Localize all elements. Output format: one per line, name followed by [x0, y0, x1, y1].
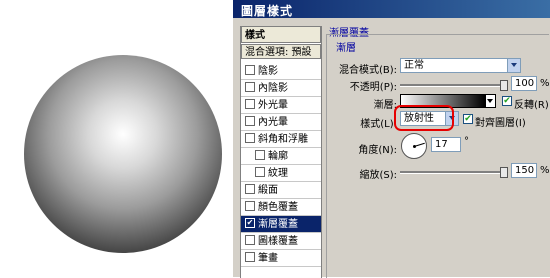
- style-item-checkbox[interactable]: [245, 116, 255, 126]
- dialog-titlebar[interactable]: 圖層樣式: [233, 0, 550, 18]
- style-item-checkbox[interactable]: [245, 201, 255, 211]
- style-list-item[interactable]: 輪廓: [241, 148, 321, 165]
- style-list-item[interactable]: 圖樣覆蓋: [241, 233, 321, 250]
- layer-style-dialog: 圖層樣式 樣式 混合選項: 預設 陰影內陰影外光暈內光暈斜角和浮雕輪廓紋理緞面顏…: [233, 0, 550, 278]
- reverse-checkbox[interactable]: ✔: [502, 96, 512, 106]
- style-list-item-label: 輪廓: [268, 151, 288, 162]
- style-list: 樣式 混合選項: 預設 陰影 內陰影 外光暈 內光暈 斜角和浮雕 輪廓 紋理 緞面 顏色覆蓋 ✔ 漸…: [240, 26, 322, 278]
- style-list-item[interactable]: 斜角和浮雕: [241, 131, 321, 148]
- angle-center-dot: [413, 145, 416, 148]
- align-with-layer-checkbox[interactable]: ✔: [463, 114, 473, 124]
- style-list-item[interactable]: 陰影: [241, 63, 321, 80]
- chevron-down-icon[interactable]: [507, 59, 520, 72]
- style-list-item-label: 內陰影: [258, 83, 288, 94]
- gradient-label: 漸層:: [373, 100, 397, 111]
- opacity-slider[interactable]: [400, 84, 504, 87]
- style-list-item[interactable]: 外光暈: [241, 97, 321, 114]
- angle-label: 角度(N):: [358, 145, 397, 156]
- style-list-item-label: 漸層覆蓋: [258, 219, 298, 230]
- style-list-item-label: 紋理: [268, 168, 288, 179]
- style-item-checkbox[interactable]: [245, 65, 255, 75]
- blend-mode-value: 正常: [404, 60, 424, 71]
- highlight-annotation: [394, 105, 454, 131]
- style-list-item[interactable]: ✔ 漸層覆蓋: [241, 216, 321, 233]
- style-list-item[interactable]: 內陰影: [241, 80, 321, 97]
- align-with-layer-label: 對齊圖層(I): [475, 118, 526, 129]
- style-list-item-label: 陰影: [258, 66, 278, 77]
- opacity-value: 100: [515, 78, 535, 89]
- style-list-item-label: 外光暈: [258, 100, 288, 111]
- angle-dial[interactable]: [401, 133, 427, 159]
- style-item-checkbox[interactable]: [245, 184, 255, 194]
- style-item-checkbox[interactable]: [255, 150, 265, 160]
- blend-mode-label: 混合模式(B):: [338, 65, 397, 76]
- style-list-header[interactable]: 樣式: [241, 26, 321, 43]
- scale-label: 縮放(S):: [359, 170, 397, 181]
- style-list-item[interactable]: 紋理: [241, 165, 321, 182]
- style-list-item[interactable]: 內光暈: [241, 114, 321, 131]
- gradient-sphere: [24, 55, 222, 253]
- style-item-checkbox[interactable]: [255, 167, 265, 177]
- opacity-label: 不透明(P):: [349, 82, 397, 93]
- style-item-checkbox[interactable]: [245, 235, 255, 245]
- style-item-checkbox[interactable]: [245, 252, 255, 262]
- style-list-item-label: 筆畫: [258, 253, 278, 264]
- style-list-item-label: 緞面: [258, 185, 278, 196]
- scale-slider[interactable]: [400, 171, 504, 174]
- gradient-dropdown-button[interactable]: [486, 94, 496, 108]
- reverse-label: 反轉(R): [514, 100, 549, 111]
- blend-mode-select[interactable]: 正常: [400, 58, 521, 73]
- angle-input[interactable]: 17: [431, 137, 461, 152]
- style-list-item-label: 顏色覆蓋: [258, 202, 298, 213]
- group-title: 漸層: [334, 39, 358, 54]
- scale-unit: %: [540, 165, 550, 176]
- dialog-title: 圖層樣式: [241, 4, 294, 18]
- scale-slider-thumb[interactable]: [500, 167, 508, 178]
- style-item-checkbox[interactable]: [245, 82, 255, 92]
- style-item-checkbox[interactable]: ✔: [245, 218, 255, 228]
- angle-unit: °: [464, 136, 469, 147]
- opacity-input[interactable]: 100: [511, 76, 537, 91]
- preview-canvas: [0, 0, 233, 277]
- style-list-item[interactable]: 緞面: [241, 182, 321, 199]
- style-list-item-label: 內光暈: [258, 117, 288, 128]
- scale-input[interactable]: 150: [511, 163, 537, 178]
- style-label: 樣式(L):: [360, 119, 397, 130]
- style-list-item[interactable]: 筆畫: [241, 250, 321, 267]
- style-item-checkbox[interactable]: [245, 99, 255, 109]
- style-item-checkbox[interactable]: [245, 133, 255, 143]
- angle-value: 17: [435, 139, 448, 150]
- style-list-item-label: 圖樣覆蓋: [258, 236, 298, 247]
- scale-value: 150: [515, 165, 535, 176]
- blend-options-item[interactable]: 混合選項: 預設: [241, 44, 321, 59]
- opacity-unit: %: [540, 78, 550, 89]
- style-list-item-label: 斜角和浮雕: [258, 134, 308, 145]
- opacity-slider-thumb[interactable]: [500, 80, 508, 91]
- style-list-item[interactable]: 顏色覆蓋: [241, 199, 321, 216]
